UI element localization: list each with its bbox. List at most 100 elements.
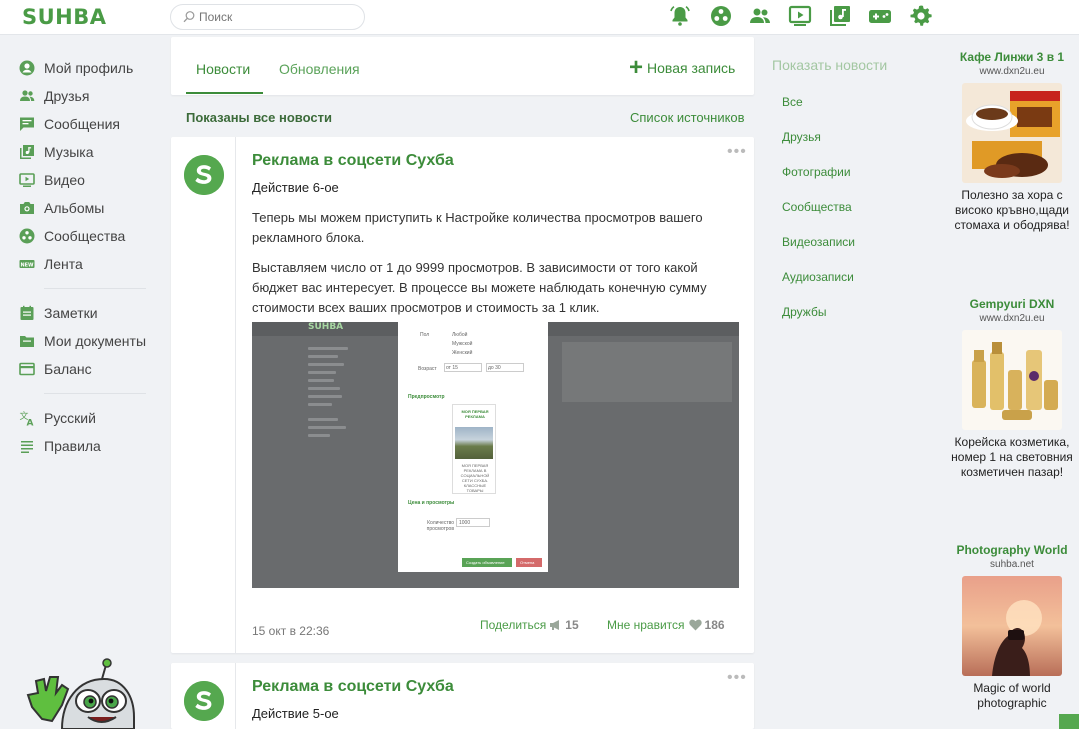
sidebar-item-friends[interactable]: Друзья <box>18 82 168 110</box>
settings-icon[interactable] <box>909 4 935 30</box>
games-icon[interactable] <box>868 4 894 30</box>
card-icon <box>18 360 36 378</box>
svg-text:NEW: NEW <box>20 262 34 268</box>
documents-icon <box>18 332 36 350</box>
sidebar-item-label: Русский <box>44 410 96 426</box>
left-sidebar: Мой профиль Друзья Сообщения Музыка Виде… <box>18 54 168 460</box>
scroll-to-top-button[interactable] <box>1059 714 1079 729</box>
sources-list-link[interactable]: Список источников <box>630 110 745 125</box>
profile-icon <box>18 59 36 77</box>
active-tab-indicator <box>186 92 263 94</box>
sidebar-item-video[interactable]: Видео <box>18 166 168 194</box>
sidebar-item-label: Мои документы <box>44 333 147 349</box>
tab-updates[interactable]: Обновления <box>279 61 360 77</box>
sidebar-item-albums[interactable]: Альбомы <box>18 194 168 222</box>
svg-text:A: A <box>27 419 34 427</box>
news-post: Реклама в соцсети Сухба ••• Действие 6-о… <box>171 137 754 653</box>
camera-icon <box>18 199 36 217</box>
sidebar-divider <box>44 288 146 289</box>
communities-icon[interactable] <box>709 4 735 30</box>
ad-text: Корейска козметика, номер 1 на световния… <box>951 435 1073 479</box>
tab-news[interactable]: Новости <box>196 61 250 77</box>
sidebar-divider <box>44 393 146 394</box>
post-title[interactable]: Реклама в соцсети Сухба <box>252 152 454 170</box>
post-divider <box>235 663 236 729</box>
ad-title[interactable]: Gempyuri DXN <box>945 297 1079 312</box>
plus-icon: + <box>629 54 644 81</box>
post-image[interactable]: SUHBA Пол Любой Мужской Женский Возраст … <box>252 322 739 588</box>
news-post: Реклама в соцсети Сухба ••• Действие 5-о… <box>171 663 754 729</box>
sidebar-item-label: Баланс <box>44 361 92 377</box>
top-bar: SUHBA <box>0 0 1079 35</box>
sidebar-item-label: Друзья <box>44 88 90 104</box>
communities-icon <box>18 227 36 245</box>
image-bg-panel <box>562 342 732 402</box>
sidebar-item-notes[interactable]: Заметки <box>18 299 168 327</box>
sidebar-item-balance[interactable]: Баланс <box>18 355 168 383</box>
sidebar-item-label: Сообщества <box>44 228 126 244</box>
avatar[interactable] <box>184 681 224 721</box>
post-paragraph: Теперь мы можем приступить к Настройке к… <box>252 210 703 245</box>
ad-image[interactable] <box>962 83 1062 183</box>
sidebar-item-label: Видео <box>44 172 85 188</box>
search-input[interactable] <box>199 8 359 26</box>
friends-icon[interactable] <box>748 4 774 30</box>
messages-icon <box>18 115 36 133</box>
sidebar-item-messages[interactable]: Сообщения <box>18 110 168 138</box>
new-badge-icon: NEW <box>18 255 36 273</box>
news-filter-all[interactable]: Все <box>782 95 803 109</box>
share-button[interactable]: Поделиться 15 <box>480 618 579 632</box>
sidebar-item-communities[interactable]: Сообщества <box>18 222 168 250</box>
new-post-label: Новая запись <box>647 60 736 76</box>
sidebar-item-label: Альбомы <box>44 200 105 216</box>
sidebar-item-label: Сообщения <box>44 116 120 132</box>
sidebar-item-profile[interactable]: Мой профиль <box>18 54 168 82</box>
show-news-title: Показать новости <box>772 57 888 73</box>
sidebar-item-rules[interactable]: Правила <box>18 432 168 460</box>
like-count: 186 <box>704 618 725 632</box>
news-filter-communities[interactable]: Сообщества <box>782 200 852 214</box>
news-filter-friends[interactable]: Друзья <box>782 130 821 144</box>
ad-title[interactable]: Кафе Линжи 3 в 1 <box>945 50 1079 65</box>
sidebar-item-documents[interactable]: Мои документы <box>18 327 168 355</box>
bell-icon[interactable] <box>668 4 694 30</box>
video-icon[interactable] <box>788 4 814 30</box>
news-filter-friendships[interactable]: Дружбы <box>782 305 826 319</box>
ad-block[interactable]: Кафе Линжи 3 в 1 www.dxn2u.eu Полезно за… <box>945 50 1079 233</box>
music-icon <box>18 143 36 161</box>
post-title[interactable]: Реклама в соцсети Сухба <box>252 678 454 696</box>
friends-icon <box>18 87 36 105</box>
post-subtitle: Действие 6-ое <box>252 180 339 195</box>
rules-icon <box>18 437 36 455</box>
video-icon <box>18 171 36 189</box>
ad-block[interactable]: Photography World suhba.net Magic of wor… <box>945 543 1079 711</box>
post-date[interactable]: 15 окт в 22:36 <box>252 624 329 638</box>
avatar[interactable] <box>184 155 224 195</box>
site-logo[interactable]: SUHBA <box>22 5 107 29</box>
news-filter-photos[interactable]: Фотографии <box>782 165 851 179</box>
post-menu-icon[interactable]: ••• <box>727 669 747 687</box>
sidebar-item-label: Лента <box>44 256 83 272</box>
ad-image[interactable] <box>962 330 1062 430</box>
sidebar-item-music[interactable]: Музыка <box>18 138 168 166</box>
ad-image[interactable] <box>962 576 1062 676</box>
ad-domain: www.dxn2u.eu <box>979 66 1045 77</box>
new-post-button[interactable]: + Новая запись <box>629 54 736 81</box>
heart-icon <box>688 619 702 631</box>
post-subtitle: Действие 5-ое <box>252 706 339 721</box>
news-filter-audio[interactable]: Аудиозаписи <box>782 270 854 284</box>
ad-title[interactable]: Photography World <box>945 543 1079 558</box>
sidebar-item-language[interactable]: 文A Русский <box>18 404 168 432</box>
like-button[interactable]: Мне нравится 186 <box>607 618 725 632</box>
music-icon[interactable] <box>828 4 854 30</box>
sidebar-item-feed[interactable]: NEW Лента <box>18 250 168 278</box>
ad-domain: www.dxn2u.eu <box>979 313 1045 324</box>
ad-block[interactable]: Gempyuri DXN www.dxn2u.eu Корейска козме… <box>945 297 1079 480</box>
news-filter-videos[interactable]: Видеозаписи <box>782 235 855 249</box>
search-box[interactable] <box>170 4 365 30</box>
ad-text: Magic of world photographic <box>973 681 1051 710</box>
image-logo: SUHBA <box>308 322 344 332</box>
sidebar-item-label: Заметки <box>44 305 98 321</box>
sidebar-item-label: Мой профиль <box>44 60 134 76</box>
post-menu-icon[interactable]: ••• <box>727 143 747 161</box>
